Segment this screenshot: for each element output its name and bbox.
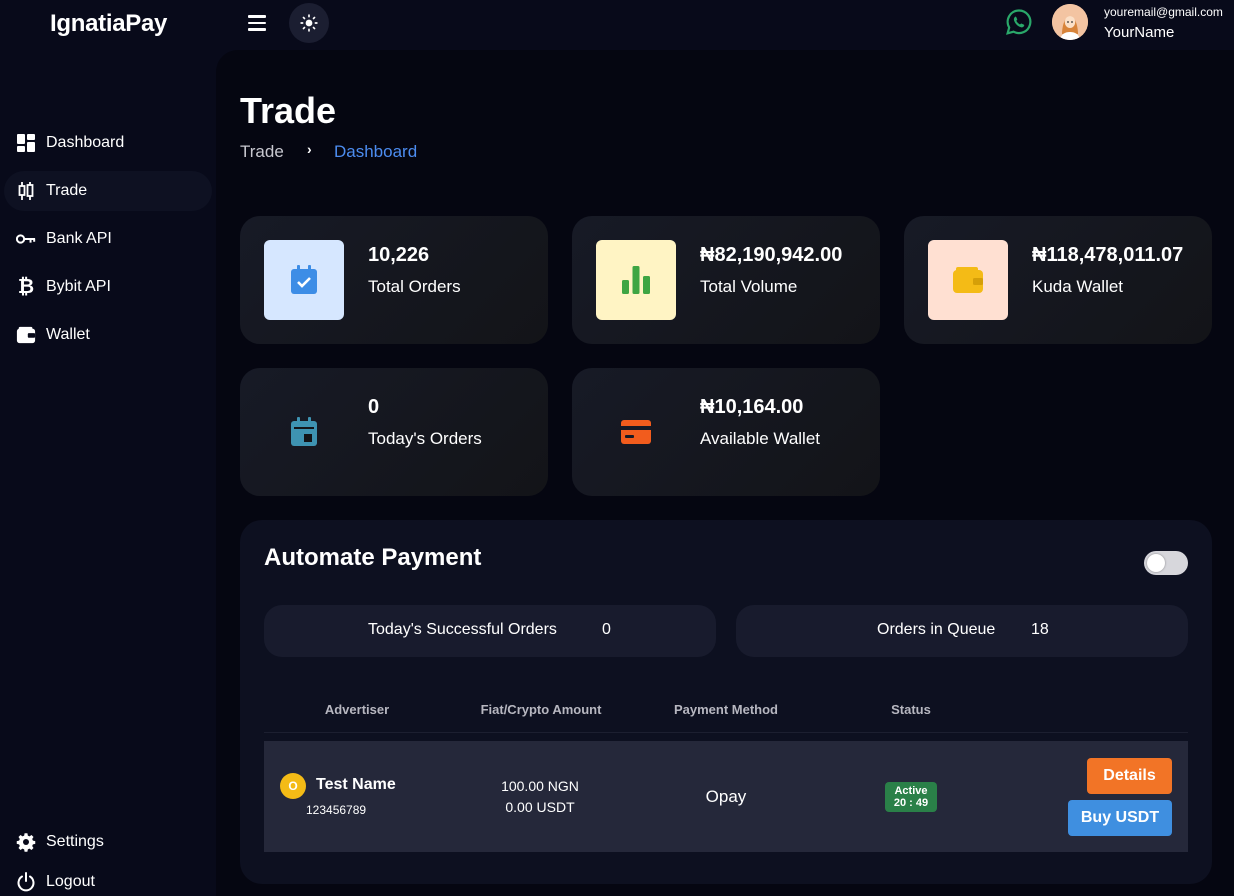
column-header-status: Status <box>891 702 931 717</box>
breadcrumb-dashboard[interactable]: Dashboard <box>334 142 417 162</box>
total-orders-value: 10,226 <box>368 244 430 266</box>
crypto-amount: 0.00 USDT <box>505 799 575 815</box>
key-icon <box>16 229 36 249</box>
status-badge: Active 20 : 49 <box>885 782 937 812</box>
orders-in-queue-value: 18 <box>1031 621 1049 638</box>
top-bar: IgnatiaPay youremail@gmail.com YourName <box>0 0 1234 50</box>
kuda-wallet-label: Kuda Wallet <box>1032 277 1124 296</box>
available-wallet-label: Available Wallet <box>700 429 821 448</box>
whatsapp-icon[interactable] <box>1005 8 1033 36</box>
power-icon <box>16 872 36 892</box>
automate-payment-toggle[interactable] <box>1144 551 1188 575</box>
sidebar-item-label: Bank API <box>46 230 112 247</box>
orders-in-queue-pill: Orders in Queue 18 <box>736 605 1188 657</box>
status-timer: 20 : 49 <box>893 797 929 809</box>
available-wallet-value: ₦10,164.00 <box>700 396 804 418</box>
sidebar-item-bank-api[interactable]: Bank API <box>0 219 212 259</box>
bitcoin-icon: ₿ <box>17 275 35 298</box>
sidebar-item-label: Logout <box>46 873 95 890</box>
avatar[interactable] <box>1052 4 1088 40</box>
sidebar-item-label: Wallet <box>46 326 90 343</box>
sidebar-item-settings[interactable]: Settings <box>0 822 212 862</box>
column-header-advertiser: Advertiser <box>324 702 390 717</box>
stat-card-kuda-wallet: ₦118,478,011.07 Kuda Wallet <box>904 216 1212 344</box>
page-title: Trade <box>240 90 337 131</box>
sidebar-item-label: Dashboard <box>46 134 125 151</box>
chevron-right-icon: › <box>307 141 312 157</box>
column-header-amount: Fiat/Crypto Amount <box>480 702 602 717</box>
advertiser-avatar: O <box>280 773 306 799</box>
calendar-icon <box>264 392 344 472</box>
stat-card-todays-orders: 0 Today's Orders <box>240 368 548 496</box>
calendar-check-icon <box>264 240 344 320</box>
sidebar-item-trade[interactable]: Trade <box>4 171 212 211</box>
sidebar: Dashboard Trade Bank API ₿ Bybit API Wal… <box>0 50 216 896</box>
todays-orders-value: 0 <box>368 396 380 418</box>
payment-method: Opay <box>705 787 747 806</box>
total-volume-value: ₦82,190,942.00 <box>700 244 843 266</box>
wallet-icon <box>16 325 36 345</box>
todays-orders-label: Today's Orders <box>368 429 482 448</box>
successful-orders-label: Today's Successful Orders <box>368 621 557 638</box>
sidebar-item-logout[interactable]: Logout <box>0 862 212 896</box>
avatar-image <box>1052 4 1088 40</box>
table-divider <box>264 732 1188 733</box>
kuda-wallet-value: ₦118,478,011.07 <box>1032 244 1184 266</box>
stat-card-total-orders: 10,226 Total Orders <box>240 216 548 344</box>
buy-usdt-button[interactable]: Buy USDT <box>1068 800 1172 836</box>
sidebar-item-bybit-api[interactable]: ₿ Bybit API <box>0 267 212 307</box>
sidebar-item-label: Bybit API <box>46 278 111 295</box>
column-header-payment-method: Payment Method <box>673 702 778 717</box>
status-text: Active <box>894 785 928 797</box>
details-button[interactable]: Details <box>1087 758 1172 794</box>
brand-logo[interactable]: IgnatiaPay <box>50 10 167 38</box>
theme-toggle-button[interactable] <box>289 3 329 43</box>
sidebar-item-label: Trade <box>46 182 88 199</box>
breadcrumb-trade[interactable]: Trade <box>240 142 284 162</box>
table-row: O Test Name 123456789 100.00 NGN 0.00 US… <box>264 741 1188 852</box>
user-name: YourName <box>1104 24 1175 41</box>
gear-icon <box>16 832 36 852</box>
dashboard-icon <box>16 133 36 153</box>
total-volume-label: Total Volume <box>700 277 798 296</box>
total-orders-label: Total Orders <box>368 277 461 296</box>
sidebar-item-label: Settings <box>46 833 104 850</box>
orders-in-queue-label: Orders in Queue <box>877 621 996 638</box>
stat-card-available-wallet: ₦10,164.00 Available Wallet <box>572 368 880 496</box>
todays-successful-orders-pill: Today's Successful Orders 0 <box>264 605 716 657</box>
sidebar-item-dashboard[interactable]: Dashboard <box>0 123 212 163</box>
bar-chart-icon <box>596 240 676 320</box>
stat-card-total-volume: ₦82,190,942.00 Total Volume <box>572 216 880 344</box>
successful-orders-value: 0 <box>602 621 611 638</box>
hamburger-icon[interactable] <box>248 10 274 36</box>
credit-card-icon <box>596 392 676 472</box>
sidebar-item-wallet[interactable]: Wallet <box>0 315 212 355</box>
toggle-knob <box>1147 554 1165 572</box>
candlestick-icon <box>16 181 36 201</box>
automate-payment-panel: Automate Payment Today's Successful Orde… <box>240 520 1212 884</box>
user-email: youremail@gmail.com <box>1104 5 1223 19</box>
wallet-icon <box>928 240 1008 320</box>
automate-payment-title: Automate Payment <box>264 544 482 571</box>
advertiser-id: 123456789 <box>306 803 367 817</box>
sun-icon <box>300 14 318 32</box>
fiat-amount: 100.00 NGN <box>501 778 579 794</box>
main-content: Trade Trade › Dashboard 10,226 Total Ord… <box>216 50 1234 896</box>
advertiser-name: Test Name <box>316 776 396 793</box>
